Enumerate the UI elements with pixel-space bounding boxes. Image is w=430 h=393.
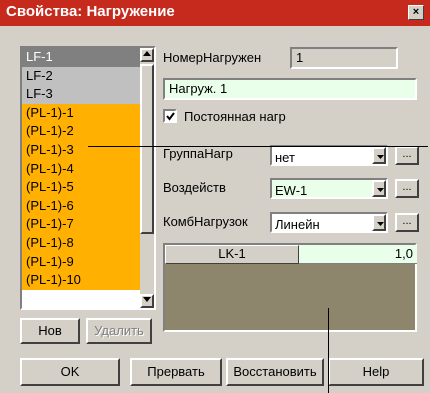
load-number-field: 1 [290,47,398,69]
load-number-label: НомерНагружен [163,50,262,65]
combination-value: Линейн [275,217,320,232]
combination-factor-grid: LK-1 1,0 [163,243,417,332]
combination-select[interactable]: Линейн [270,212,388,233]
delete-button[interactable]: Удалить [86,318,152,344]
load-group-select[interactable]: нет [270,145,388,166]
chevron-down-icon [377,188,384,192]
abort-button[interactable]: Прервать [130,358,222,386]
close-icon: × [412,6,420,18]
load-list-item[interactable]: (PL-1)-6 [22,196,142,216]
window-title: Свойства: Нагружение [6,3,175,20]
load-list-item[interactable]: (PL-1)-10 [22,271,142,290]
load-list-item[interactable]: (PL-1)-5 [22,178,142,197]
load-list-scrollbar[interactable] [140,48,154,308]
load-group-dropdown-button[interactable] [372,147,386,164]
grid-column-header[interactable]: LK-1 [165,245,299,264]
load-list-item[interactable]: LF-1 [22,48,142,67]
restore-button[interactable]: Восстановить [226,358,324,386]
load-list-item[interactable]: (PL-1)-8 [22,233,142,253]
title-bar[interactable]: Свойства: Нагружение × [0,0,430,26]
load-group-label: ГруппаНагр [163,146,233,161]
combination-label: КомбНагрузок [163,214,248,229]
scroll-up-icon [143,51,151,56]
checkmark-icon [166,112,175,121]
load-list-item[interactable]: (PL-1)-2 [22,122,142,141]
scroll-down-button[interactable] [140,294,154,308]
load-list-item[interactable]: (PL-1)-3 [22,140,142,160]
action-browse-button[interactable]: ... [395,179,419,198]
action-value: EW-1 [275,183,308,198]
scroll-up-button[interactable] [140,48,154,62]
action-select[interactable]: EW-1 [270,178,388,199]
load-list-item[interactable]: (PL-1)-7 [22,215,142,234]
load-list-items: LF-1 LF-2 LF-3 (PL-1)-1 (PL-1)-2 (PL-1)-3 (PL-… [22,48,142,290]
combination-dropdown-button[interactable] [372,214,386,231]
load-list-item[interactable]: LF-2 [22,66,142,86]
new-button[interactable]: Нов [20,318,80,344]
load-group-value: нет [275,150,295,165]
load-list[interactable]: LF-1 LF-2 LF-3 (PL-1)-1 (PL-1)-2 (PL-1)-3 (PL-… [20,46,156,310]
permanent-load-checkbox[interactable] [163,109,177,123]
callout-line-horizontal [88,146,428,147]
action-dropdown-button[interactable] [372,180,386,197]
permanent-load-label: Постоянная нагр [184,109,286,124]
load-list-item[interactable]: (PL-1)-4 [22,159,142,179]
grid-factor-cell[interactable]: 1,0 [299,245,417,264]
close-button[interactable]: × [408,5,424,20]
load-list-item[interactable]: LF-3 [22,85,142,104]
load-list-item[interactable]: (PL-1)-1 [22,103,142,123]
load-list-item[interactable]: (PL-1)-9 [22,252,142,272]
chevron-down-icon [377,222,384,226]
combination-browse-button[interactable]: ... [395,213,419,232]
load-name-input[interactable]: Нагруж. 1 [163,78,417,100]
load-group-browse-button[interactable]: ... [395,146,419,165]
chevron-down-icon [377,155,384,159]
ok-button[interactable]: OK [20,358,120,386]
scroll-down-icon [143,297,151,302]
callout-line-vertical [328,308,329,393]
help-button[interactable]: Help [328,358,424,386]
scroll-thumb[interactable] [140,64,154,234]
action-label: Воздейств [163,180,226,195]
properties-dialog: Свойства: Нагружение × LF-1 LF-2 LF-3 (PL-1… [0,0,430,393]
